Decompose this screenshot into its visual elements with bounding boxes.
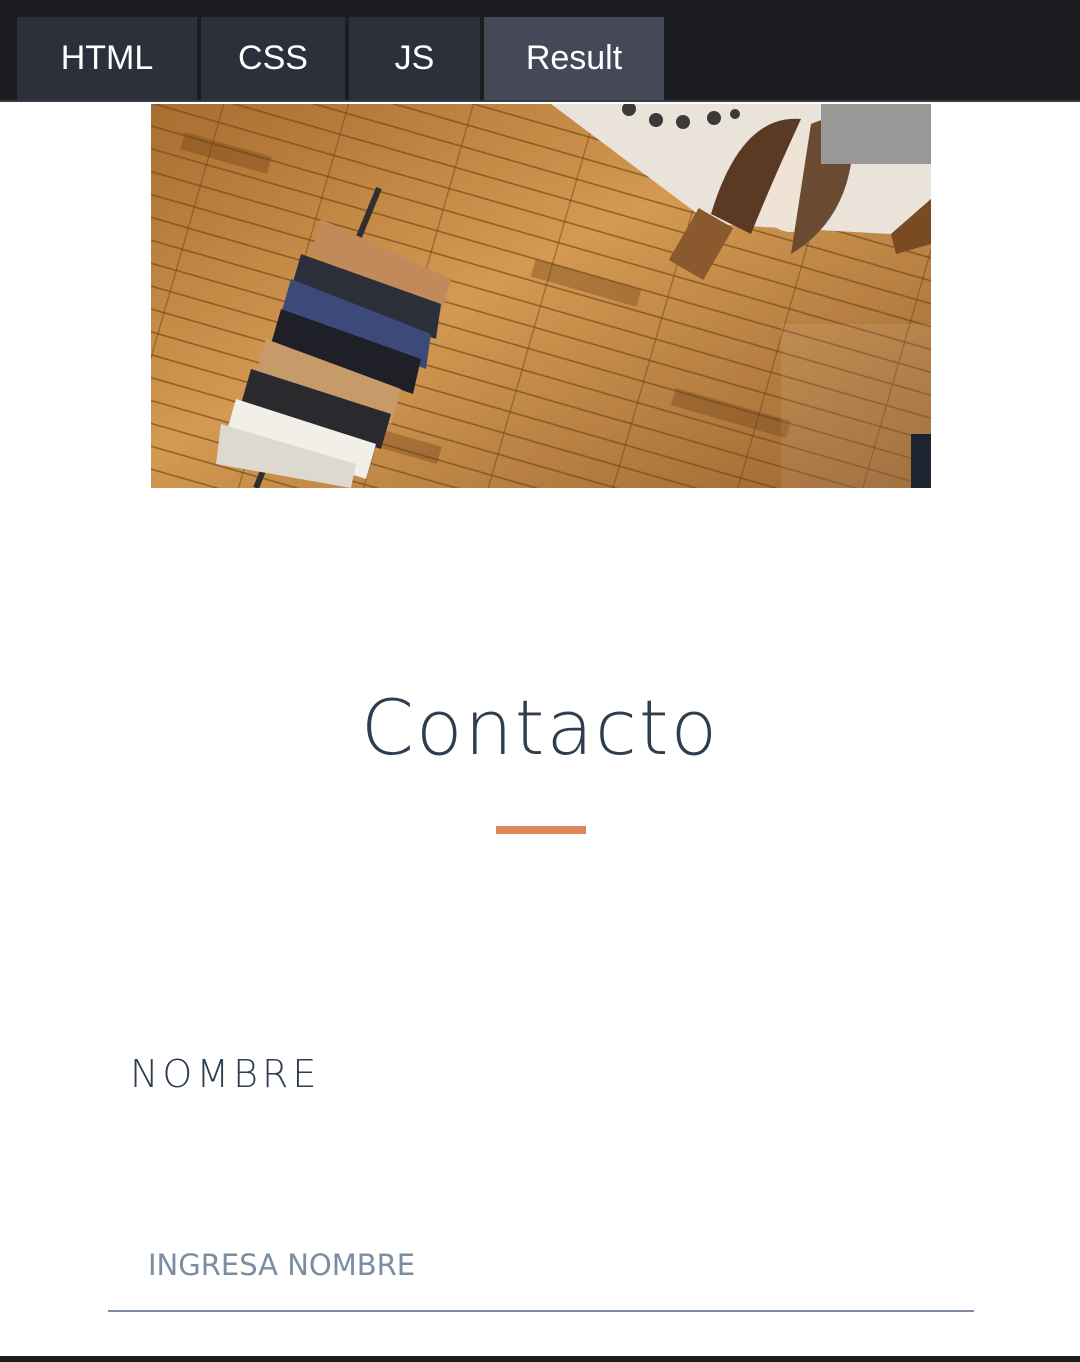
tab-css[interactable]: CSS	[201, 17, 345, 100]
name-input[interactable]	[108, 1220, 974, 1312]
hero-image	[151, 104, 931, 488]
page-title: Contacto	[360, 683, 720, 772]
editor-tab-bar: HTML CSS JS Result	[0, 0, 1080, 102]
tab-html[interactable]: HTML	[17, 17, 197, 100]
bottom-edge	[0, 1356, 1080, 1362]
hero-image-graphic	[151, 104, 931, 488]
tab-result[interactable]: Result	[484, 17, 664, 100]
tab-js[interactable]: JS	[349, 17, 480, 100]
name-field-label: NOMBRE	[130, 1052, 321, 1096]
title-underline	[496, 826, 586, 834]
